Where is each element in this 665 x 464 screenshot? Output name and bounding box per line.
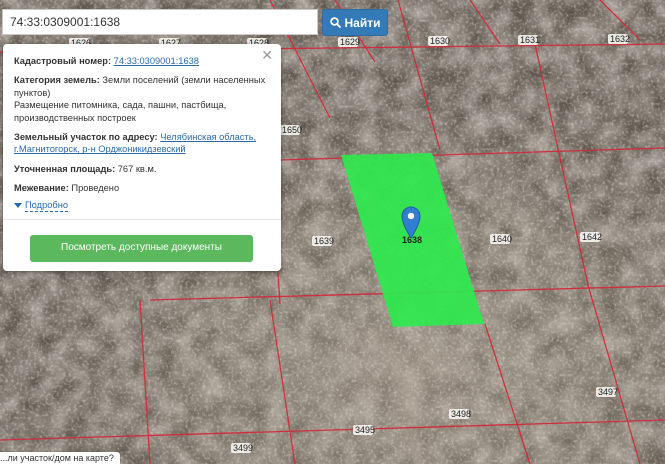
area-row: Уточненная площадь: 767 кв.м.: [14, 163, 269, 175]
cadastral-number-row: Кадастровый номер: 74:33:0309001:1638: [14, 55, 269, 67]
parcel-label: 1629: [340, 37, 360, 47]
parcel-label: 3495: [355, 425, 375, 435]
address-label: Земельный участок по адресу:: [14, 132, 158, 143]
cadastral-search-input[interactable]: [2, 9, 318, 35]
survey-label: Межевание:: [14, 183, 69, 194]
parcel-label: 1650: [282, 125, 302, 135]
parcel-label: 1640: [492, 234, 512, 244]
area-value: 767 кв.м.: [117, 163, 157, 174]
view-documents-button[interactable]: Посмотреть доступные документы: [30, 235, 253, 262]
bottom-hint[interactable]: ...ли участок/дом на карте?: [0, 452, 120, 464]
parcel-label: 3499: [233, 443, 253, 453]
parcel-label: 1631: [520, 35, 540, 45]
search-button-label: Найти: [344, 15, 381, 30]
parcel-info-popup: ✕ Кадастровый номер: 74:33:0309001:1638 …: [3, 44, 281, 271]
close-icon[interactable]: ✕: [261, 48, 273, 62]
parcel-label: 1632: [610, 34, 630, 44]
survey-value: Проведено: [71, 183, 120, 194]
parcel-label: 1639: [314, 236, 334, 246]
survey-row: Межевание: Проведено: [14, 182, 269, 194]
cadastral-number-link[interactable]: 74:33:0309001:1638: [114, 56, 199, 66]
cadastral-number-label: Кадастровый номер:: [14, 56, 112, 66]
parcel-label: 1642: [582, 232, 602, 242]
search-icon: [329, 17, 341, 28]
land-usage-value: Размещение питомника, сада, пашни, пастб…: [14, 100, 227, 123]
land-category-row: Категория земель: Земли поселений (земли…: [14, 74, 269, 124]
caret-down-icon: [14, 202, 22, 208]
parcel-label: 1630: [430, 36, 450, 46]
address-row: Земельный участок по адресу: Челябинская…: [14, 131, 269, 156]
details-link[interactable]: Подробно: [25, 199, 69, 213]
search-button[interactable]: Найти: [322, 9, 388, 36]
area-label: Уточненная площадь:: [14, 163, 116, 174]
details-toggle[interactable]: Подробно: [14, 199, 269, 213]
parcel-label: 3498: [451, 409, 471, 419]
land-category-label: Категория земель:: [14, 75, 100, 86]
parcel-label: 3497: [598, 387, 618, 397]
divider: [3, 219, 281, 221]
